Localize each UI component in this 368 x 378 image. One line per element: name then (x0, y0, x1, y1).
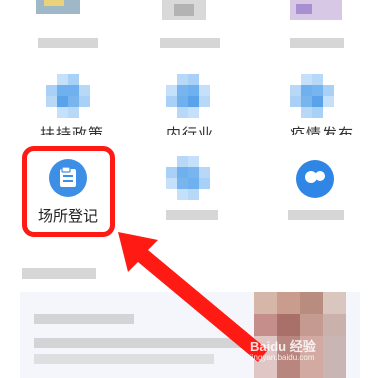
baidu-watermark: Baidu 经验 jingyan.baidu.com (250, 336, 316, 362)
pointer-arrow (118, 232, 268, 362)
watermark-text: Baidu 经验 (250, 339, 316, 354)
watermark-subtext: jingyan.baidu.com (250, 353, 315, 362)
